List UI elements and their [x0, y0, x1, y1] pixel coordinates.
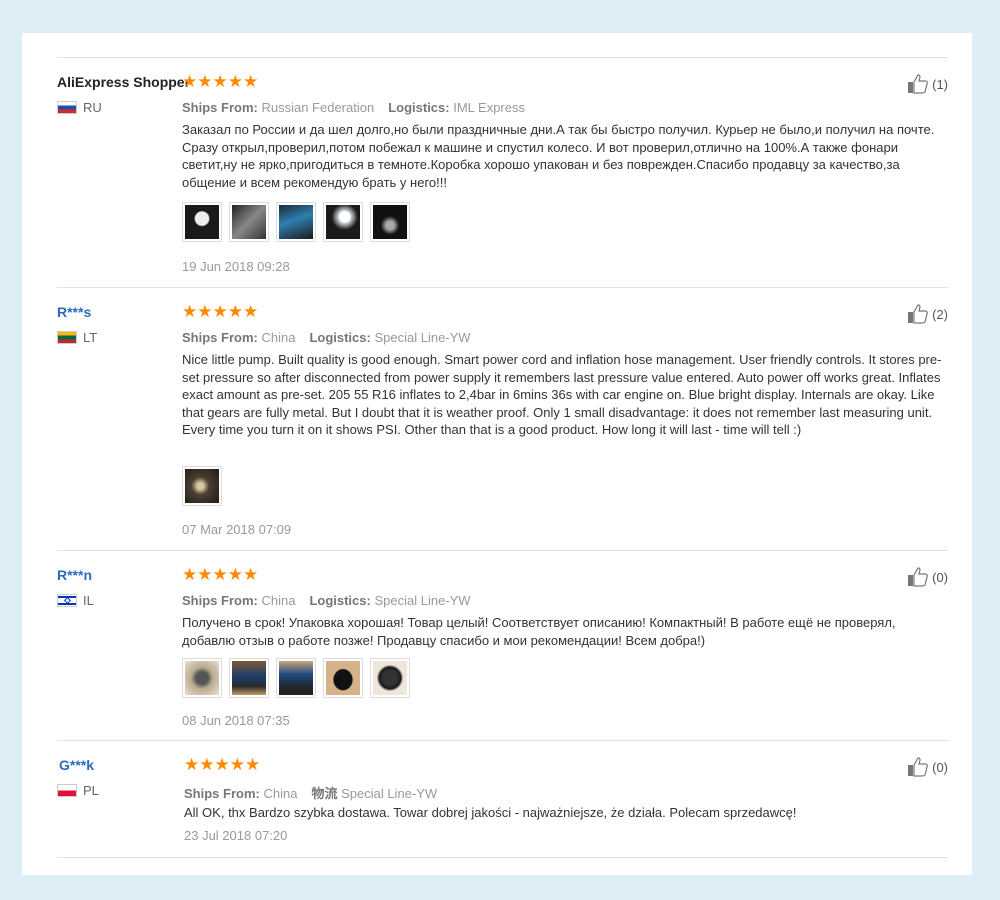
review-text: All OK, thx Bardzo szybka dostawa. Towar… — [184, 805, 797, 820]
shipping-info: Ships From: China Logistics: Special Line… — [182, 593, 471, 608]
star-rating: ★★★★★ — [182, 302, 259, 321]
review-photo-thumbnail[interactable] — [229, 658, 269, 698]
review-date: 23 Jul 2018 07:20 — [184, 828, 288, 843]
flag-lt-icon — [57, 331, 77, 344]
review-photo-thumbnail[interactable] — [229, 202, 269, 242]
reviewer-country: PL — [57, 783, 99, 798]
review-date: 08 Jun 2018 07:35 — [182, 713, 290, 728]
reviewer-country: RU — [57, 100, 102, 115]
helpful-button[interactable]: (2) — [907, 304, 948, 324]
review-photo-thumbnail[interactable] — [370, 202, 410, 242]
review-photo-thumbnail[interactable] — [182, 466, 222, 506]
star-rating: ★★★★★ — [182, 72, 259, 91]
review-date: 19 Jun 2018 09:28 — [182, 259, 290, 274]
feedback-panel: AliExpress Shopper RU ★★★★★ Ships From: … — [22, 33, 972, 875]
review-item: R***n IL ★★★★★ Ships From: China Logistic… — [57, 550, 948, 741]
thumbs-up-icon — [908, 567, 929, 587]
review-date: 07 Mar 2018 07:09 — [182, 522, 292, 537]
review-item: AliExpress Shopper RU ★★★★★ Ships From: … — [57, 57, 948, 286]
review-item: G***k PL ★★★★★ Ships From: China 物流 Speci… — [57, 740, 948, 858]
thumbs-up-icon — [908, 304, 929, 324]
thumbs-up-icon — [908, 757, 929, 777]
review-photo-thumbnail[interactable] — [276, 202, 316, 242]
flag-il-icon — [57, 594, 77, 607]
review-photos — [182, 202, 410, 242]
helpful-button[interactable]: (1) — [907, 74, 948, 94]
review-photo-thumbnail[interactable] — [323, 658, 363, 698]
review-item: R***s LT ★★★★★ Ships From: China Logistic… — [57, 287, 948, 550]
shipping-info: Ships From: China Logistics: Special Line… — [182, 330, 471, 345]
reviewer-country: IL — [57, 593, 94, 608]
review-photo-thumbnail[interactable] — [182, 202, 222, 242]
helpful-button[interactable]: (0) — [907, 567, 948, 587]
reviewer-name[interactable]: G***k — [59, 757, 94, 773]
flag-ru-icon — [57, 101, 77, 114]
review-photos — [182, 466, 222, 506]
star-rating: ★★★★★ — [182, 565, 259, 584]
review-photo-thumbnail[interactable] — [370, 658, 410, 698]
reviewer-name[interactable]: R***n — [57, 567, 92, 583]
reviewer-name[interactable]: R***s — [57, 304, 91, 320]
review-text: Nice little pump. Built quality is good … — [182, 352, 942, 437]
reviewer-country: LT — [57, 330, 97, 345]
thumbs-up-icon — [908, 74, 929, 94]
shipping-info: Ships From: China 物流 Special Line-YW — [184, 786, 438, 801]
reviewer-name[interactable]: AliExpress Shopper — [57, 74, 190, 90]
review-text: Заказал по России и да шел долго,но были… — [182, 122, 935, 190]
review-photo-thumbnail[interactable] — [276, 658, 316, 698]
review-photo-thumbnail[interactable] — [182, 658, 222, 698]
shipping-info: Ships From: Russian Federation Logistics:… — [182, 100, 525, 115]
review-photo-thumbnail[interactable] — [323, 202, 363, 242]
flag-pl-icon — [57, 784, 77, 797]
review-text: Получено в срок! Упаковка хорошая! Товар… — [182, 615, 896, 648]
helpful-button[interactable]: (0) — [907, 757, 948, 777]
review-photos — [182, 658, 410, 698]
star-rating: ★★★★★ — [184, 755, 261, 774]
